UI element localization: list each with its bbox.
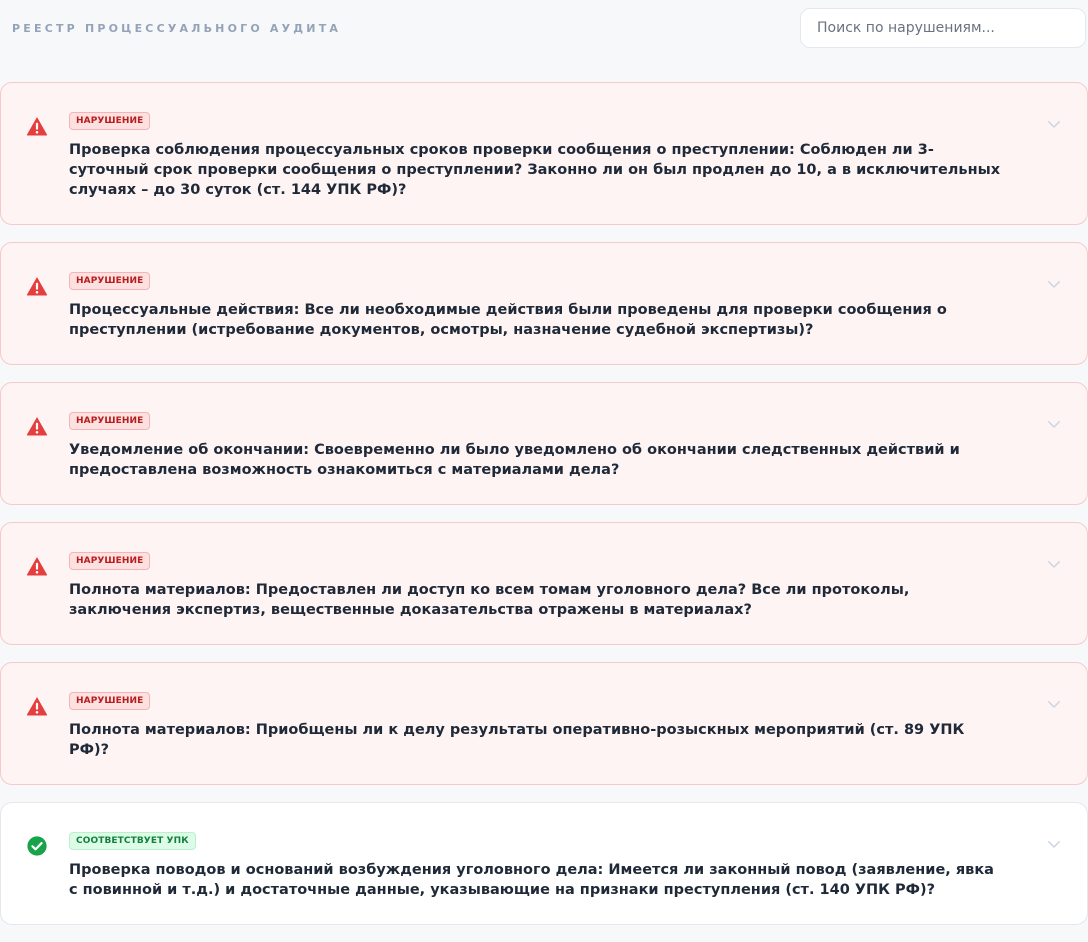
- chevron-down-icon[interactable]: [1045, 835, 1063, 853]
- audit-item-body: НАРУШЕНИЕ Проверка соблюдения процессуаль…: [1, 83, 1087, 224]
- chevron-down-icon[interactable]: [1045, 415, 1063, 433]
- header: РЕЕСТР ПРОЦЕССУАЛЬНОГО АУДИТА: [0, 0, 1088, 60]
- chevron-down-icon[interactable]: [1045, 695, 1063, 713]
- audit-item-ok[interactable]: СООТВЕТСТВУЕТ УПК Проверка поводов и осно…: [0, 802, 1088, 925]
- audit-item-violation[interactable]: НАРУШЕНИЕ Проверка соблюдения процессуаль…: [0, 82, 1088, 225]
- chevron-down-icon[interactable]: [1045, 555, 1063, 573]
- audit-item-body: НАРУШЕНИЕ Полнота материалов: Предоставле…: [1, 523, 1087, 644]
- warning-triangle-icon: [26, 117, 48, 136]
- audit-item-violation[interactable]: НАРУШЕНИЕ Уведомление об окончании: Своев…: [0, 382, 1088, 505]
- page-title: РЕЕСТР ПРОЦЕССУАЛЬНОГО АУДИТА: [12, 22, 342, 35]
- warning-triangle-icon: [26, 697, 48, 716]
- audit-list: НАРУШЕНИЕ Проверка соблюдения процессуаль…: [0, 82, 1088, 942]
- warning-triangle-icon: [26, 277, 48, 296]
- audit-item-text: Проверка поводов и оснований возбуждения…: [69, 862, 994, 898]
- check-circle-icon: [27, 836, 47, 856]
- warning-triangle-icon: [26, 417, 48, 436]
- audit-item-violation[interactable]: НАРУШЕНИЕ Полнота материалов: Предоставле…: [0, 522, 1088, 645]
- audit-item-text: Уведомление об окончании: Своевременно л…: [69, 442, 960, 478]
- audit-item-body: НАРУШЕНИЕ Процессуальные действия: Все ли…: [1, 243, 1087, 364]
- status-badge: НАРУШЕНИЕ: [69, 552, 151, 570]
- audit-item-violation[interactable]: НАРУШЕНИЕ Процессуальные действия: Все ли…: [0, 242, 1088, 365]
- status-badge: НАРУШЕНИЕ: [69, 692, 151, 710]
- audit-item-violation[interactable]: НАРУШЕНИЕ Полнота материалов: Приобщены л…: [0, 662, 1088, 785]
- audit-item-text: Полнота материалов: Предоставлен ли дост…: [69, 582, 910, 618]
- warning-triangle-icon: [26, 557, 48, 576]
- audit-item-body: НАРУШЕНИЕ Уведомление об окончании: Своев…: [1, 383, 1087, 504]
- audit-item-body: СООТВЕТСТВУЕТ УПК Проверка поводов и осно…: [1, 803, 1087, 924]
- audit-item-body: НАРУШЕНИЕ Полнота материалов: Приобщены л…: [1, 663, 1087, 784]
- status-badge: НАРУШЕНИЕ: [69, 272, 151, 290]
- audit-item-text: Проверка соблюдения процессуальных сроко…: [69, 142, 1001, 198]
- chevron-down-icon[interactable]: [1045, 275, 1063, 293]
- audit-item-text: Полнота материалов: Приобщены ли к делу …: [69, 722, 965, 758]
- search-input[interactable]: [800, 8, 1086, 48]
- status-badge: СООТВЕТСТВУЕТ УПК: [69, 832, 196, 850]
- chevron-down-icon[interactable]: [1045, 115, 1063, 133]
- audit-item-text: Процессуальные действия: Все ли необходи…: [69, 302, 947, 338]
- status-badge: НАРУШЕНИЕ: [69, 112, 151, 130]
- status-badge: НАРУШЕНИЕ: [69, 412, 151, 430]
